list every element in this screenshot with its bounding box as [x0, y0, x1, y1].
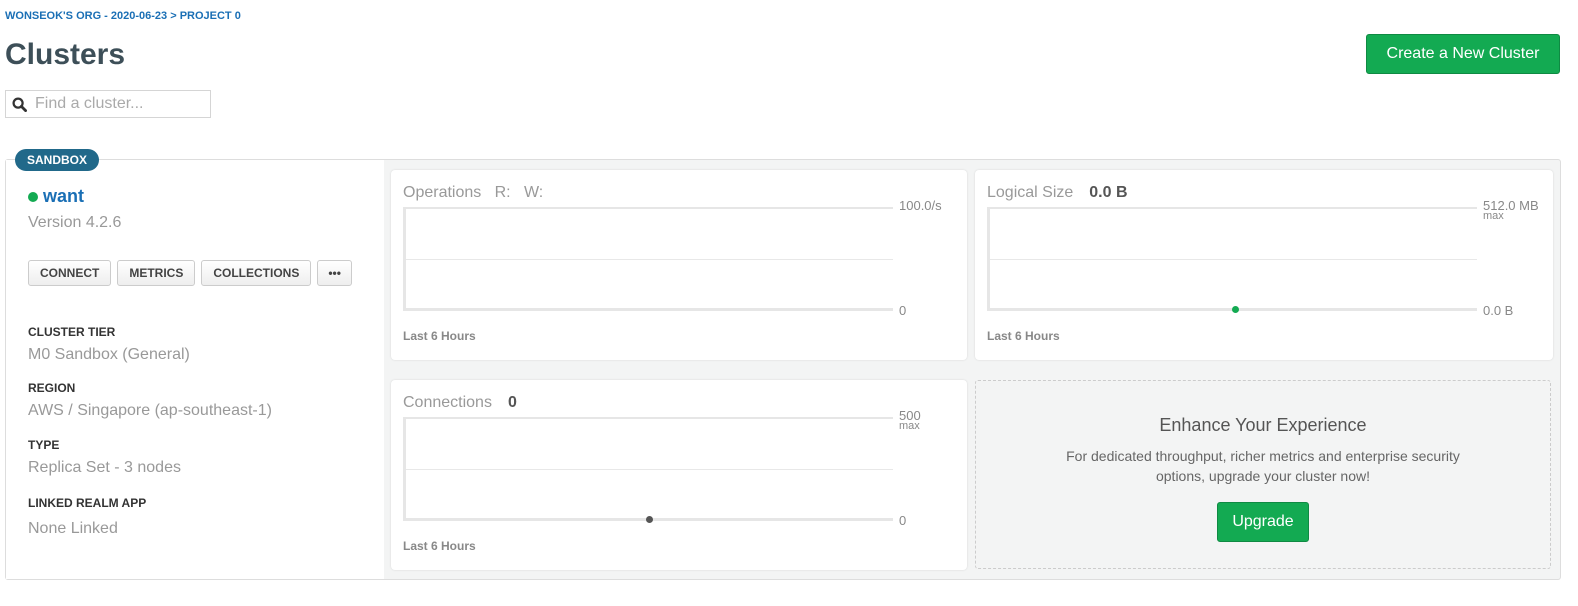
cluster-card: want Version 4.2.6 CONNECT METRICS COLLE… — [5, 159, 1561, 580]
breadcrumb[interactable]: WONSEOK'S ORG - 2020-06-23 > PROJECT 0 — [5, 10, 241, 22]
detail-value: AWS / Singapore (ap-southeast-1) — [28, 402, 272, 419]
time-range-label: Last 6 Hours — [403, 539, 476, 553]
logical-size-chart[interactable]: Logical Size 0.0 B 512.0 MB max 0.0 B Last… — [975, 170, 1553, 360]
search-input[interactable] — [33, 94, 203, 114]
cluster-version: Version 4.2.6 — [28, 214, 122, 231]
chart-title: Connections 0 — [403, 394, 517, 411]
page-title: Clusters — [5, 38, 126, 71]
collections-button[interactable]: COLLECTIONS — [201, 260, 312, 286]
chart-title: Operations R: W: — [403, 184, 544, 201]
y-min-label: 0 — [899, 513, 907, 528]
chart-plot — [403, 207, 893, 311]
y-min-label: 0.0 B — [1483, 303, 1514, 318]
connect-button[interactable]: CONNECT — [28, 260, 112, 286]
y-max-label: 100.0/s — [899, 198, 942, 213]
detail-value: Replica Set - 3 nodes — [28, 459, 181, 476]
chart-title: Logical Size 0.0 B — [987, 184, 1128, 201]
detail-label: REGION — [28, 381, 76, 395]
chart-plot — [987, 207, 1477, 313]
gridline — [406, 259, 893, 260]
data-point — [646, 516, 653, 523]
search-icon — [12, 96, 27, 112]
data-point — [1232, 306, 1239, 313]
detail-value: M0 Sandbox (General) — [28, 346, 190, 363]
y-max-label: 512.0 MB max — [1483, 200, 1539, 222]
promo-text: For dedicated throughput, richer metrics… — [1066, 448, 1460, 484]
detail-label: LINKED REALM APP — [28, 496, 147, 510]
cluster-name[interactable]: want — [28, 186, 84, 207]
detail-label: CLUSTER TIER — [28, 325, 116, 339]
detail-value: None Linked — [28, 520, 118, 537]
metrics-button[interactable]: METRICS — [117, 260, 196, 286]
promo-title: Enhance Your Experience — [1159, 415, 1367, 435]
search-box[interactable] — [5, 90, 211, 118]
time-range-label: Last 6 Hours — [403, 329, 476, 343]
upgrade-button[interactable]: Upgrade — [1217, 502, 1309, 542]
cluster-name-link[interactable]: want — [43, 186, 84, 207]
cluster-info: want Version 4.2.6 CONNECT METRICS COLLE… — [6, 160, 384, 579]
detail-label: TYPE — [28, 438, 60, 452]
operations-chart[interactable]: Operations R: W: 100.0/s 0 Last 6 Hours — [391, 170, 967, 360]
y-min-label: 0 — [899, 303, 907, 318]
more-options-button[interactable]: ••• — [317, 260, 352, 286]
time-range-label: Last 6 Hours — [987, 329, 1060, 343]
upgrade-promo: Enhance Your Experience For dedicated th… — [975, 380, 1551, 569]
tier-badge: SANDBOX — [15, 149, 100, 171]
create-cluster-button[interactable]: Create a New Cluster — [1366, 34, 1560, 74]
status-dot-icon — [28, 191, 38, 202]
gridline — [990, 259, 1477, 260]
y-max-label: 500 max — [899, 408, 921, 432]
connections-chart[interactable]: Connections 0 500 max 0 Last 6 Hours — [391, 380, 967, 570]
gridline — [406, 469, 893, 470]
chart-plot — [403, 417, 893, 523]
